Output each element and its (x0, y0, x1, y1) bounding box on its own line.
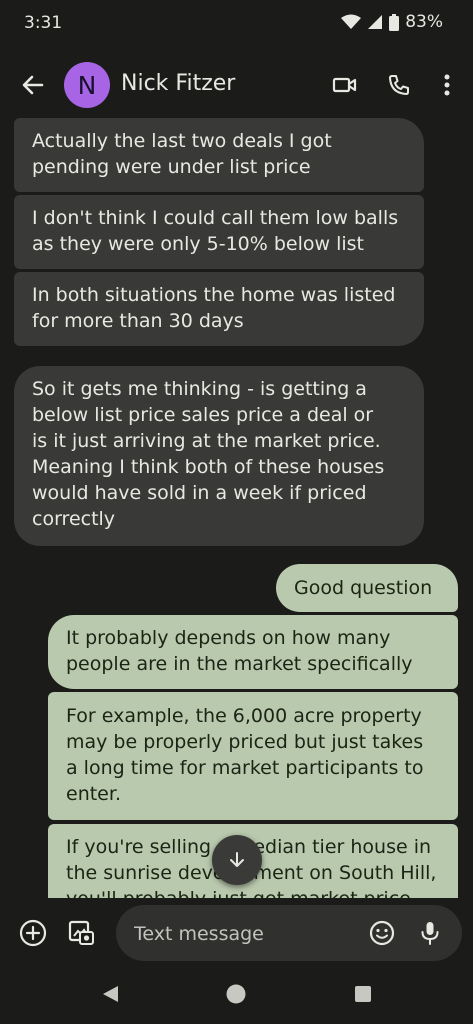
recents-square-icon (355, 986, 371, 1002)
status-time: 3:31 (24, 13, 63, 33)
wifi-icon (341, 14, 362, 30)
emoji-button[interactable] (368, 919, 396, 947)
phone-icon (389, 75, 409, 95)
add-circle-icon (19, 919, 47, 947)
triangle-back-icon (103, 986, 118, 1002)
voice-message-button[interactable] (416, 919, 444, 947)
gallery-button[interactable] (64, 916, 98, 950)
message-input[interactable] (132, 905, 356, 963)
outgoing-message[interactable]: It probably depends on how many people a… (48, 615, 458, 689)
battery-percent: 83% (405, 12, 443, 32)
signal-icon (367, 14, 383, 30)
more-vert-icon (444, 74, 450, 96)
incoming-message[interactable]: So it gets me thinking - is getting a be… (14, 366, 424, 546)
scroll-to-bottom-button[interactable] (212, 835, 262, 885)
battery-icon (389, 13, 400, 31)
video-call-icon (332, 77, 357, 93)
status-bar: 3:31 83% (0, 0, 473, 48)
add-attachment-button[interactable] (16, 916, 50, 950)
contact-name[interactable]: Nick Fitzer (121, 71, 235, 96)
arrow-down-icon (230, 852, 244, 867)
more-options-button[interactable] (432, 70, 462, 100)
compose-bar (0, 903, 473, 963)
gallery-icon (68, 920, 94, 945)
incoming-message[interactable]: Actually the last two deals I got pendin… (14, 118, 424, 192)
phone-call-button[interactable] (384, 70, 414, 100)
arrow-left-icon (22, 75, 44, 95)
conversation-header: N Nick Fitzer (0, 56, 473, 114)
incoming-message[interactable]: I don't think I could call them low ball… (14, 195, 424, 269)
messages-screen: 3:31 83% N Nick Fitzer Actually the last… (0, 0, 473, 1024)
back-button[interactable] (18, 70, 48, 100)
mic-icon (421, 922, 439, 945)
outgoing-message[interactable]: Good question (276, 564, 458, 612)
incoming-message[interactable]: In both situations the home was listed f… (14, 272, 424, 346)
nav-recents-button[interactable] (350, 981, 376, 1007)
emoji-icon (369, 920, 395, 946)
avatar[interactable]: N (64, 62, 110, 108)
video-call-button[interactable] (330, 70, 360, 100)
outgoing-message[interactable]: For example, the 6,000 acre property may… (48, 692, 458, 820)
message-input-container[interactable] (116, 905, 462, 963)
home-circle-icon (226, 984, 246, 1004)
nav-home-button[interactable] (223, 981, 249, 1007)
message-thread[interactable]: Actually the last two deals I got pendin… (0, 118, 473, 898)
nav-back-button[interactable] (97, 981, 123, 1007)
system-navigation-bar (0, 964, 473, 1024)
